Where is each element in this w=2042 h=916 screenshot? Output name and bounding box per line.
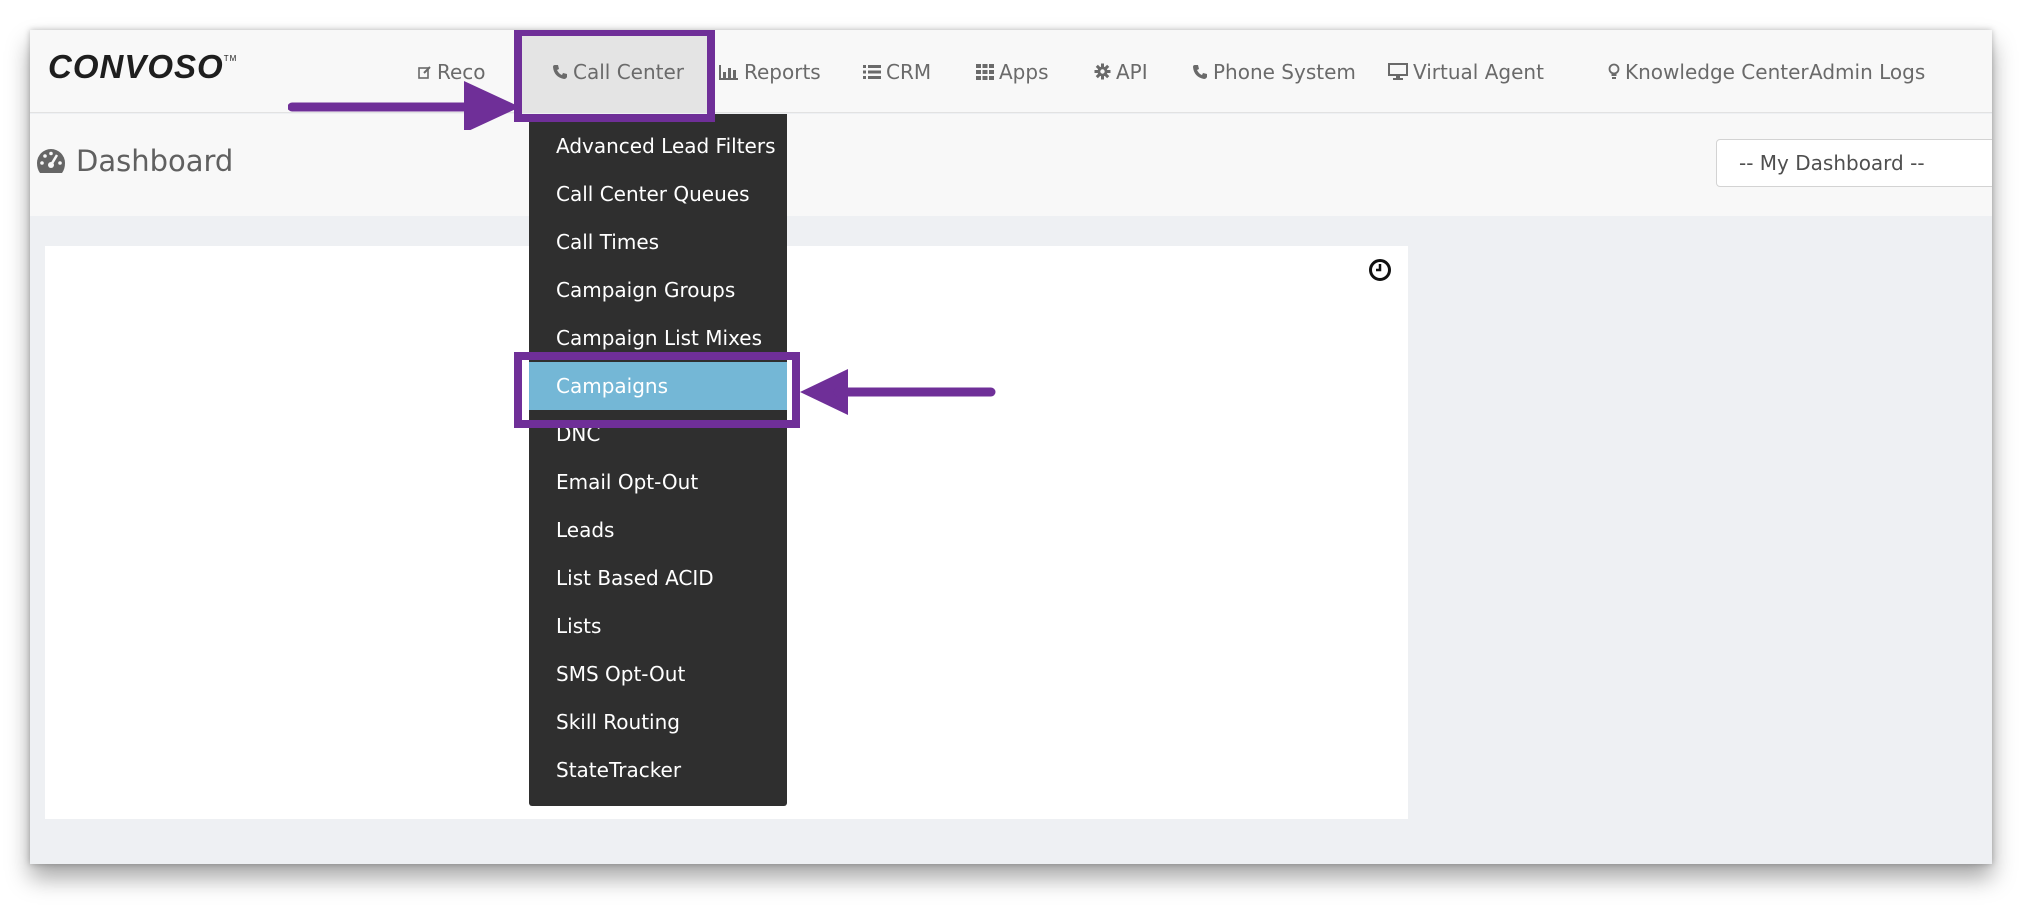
nav-label: Phone System <box>1213 59 1356 84</box>
nav-item-crm[interactable]: CRM <box>863 30 931 113</box>
dropdown-item-call-times[interactable]: Call Times <box>529 218 787 266</box>
logo-text: CONVOSO <box>48 48 224 85</box>
nav-item-admin-logs[interactable]: Admin Logs <box>1809 30 1925 113</box>
convoso-logo[interactable]: CONVOSOTM <box>48 48 237 86</box>
page-title-text: Dashboard <box>76 144 234 178</box>
nav-item-knowledge-center[interactable]: Knowledge Center <box>1608 30 1809 113</box>
nav-label: Reports <box>744 59 821 84</box>
dropdown-item-campaign-groups[interactable]: Campaign Groups <box>529 266 787 314</box>
dropdown-item-list-based-acid[interactable]: List Based ACID <box>529 554 787 602</box>
highlight-box-call-center <box>514 30 715 122</box>
nav-item-phone-system[interactable]: Phone System <box>1192 30 1356 113</box>
app-window: CONVOSOTM Reco Call Center Reports CRM A… <box>30 30 1992 864</box>
lightbulb-icon <box>1608 63 1620 81</box>
dashboard-select[interactable]: -- My Dashboard -- <box>1716 139 1992 187</box>
bar-chart-icon <box>719 64 739 80</box>
grid-icon <box>976 63 994 80</box>
phone-icon <box>1192 64 1208 80</box>
clock-icon[interactable] <box>1368 258 1392 286</box>
dropdown-item-advanced-lead-filters[interactable]: Advanced Lead Filters <box>529 122 787 170</box>
dropdown-item-lists[interactable]: Lists <box>529 602 787 650</box>
call-center-dropdown: Advanced Lead Filters Call Center Queues… <box>529 114 787 806</box>
dashboard-select-value: -- My Dashboard -- <box>1739 151 1925 175</box>
dropdown-item-sms-opt-out[interactable]: SMS Opt-Out <box>529 650 787 698</box>
gear-icon <box>1094 63 1111 80</box>
nav-item-apps[interactable]: Apps <box>976 30 1049 113</box>
nav-label: Admin Logs <box>1809 59 1926 84</box>
dropdown-item-call-center-queues[interactable]: Call Center Queues <box>529 170 787 218</box>
nav-item-reports[interactable]: Reports <box>719 30 821 113</box>
nav-label: Apps <box>999 59 1049 84</box>
monitor-icon <box>1388 63 1408 80</box>
dropdown-item-skill-routing[interactable]: Skill Routing <box>529 698 787 746</box>
list-icon <box>863 64 881 80</box>
nav-item-virtual-agent[interactable]: Virtual Agent <box>1388 30 1544 113</box>
page-title: Dashboard <box>36 144 233 178</box>
annotation-arrow-call-center <box>288 81 520 130</box>
dropdown-item-leads[interactable]: Leads <box>529 506 787 554</box>
dashboard-gauge-icon <box>36 148 66 174</box>
nav-label: API <box>1116 59 1148 84</box>
dropdown-item-statetracker[interactable]: StateTracker <box>529 746 787 794</box>
nav-label: Knowledge Center <box>1625 59 1809 84</box>
highlight-box-campaigns <box>514 352 800 428</box>
annotation-arrow-campaigns <box>800 369 996 415</box>
nav-label: CRM <box>886 59 932 84</box>
nav-label: Virtual Agent <box>1413 59 1544 84</box>
nav-item-api[interactable]: API <box>1094 30 1148 113</box>
dropdown-item-email-opt-out[interactable]: Email Opt-Out <box>529 458 787 506</box>
